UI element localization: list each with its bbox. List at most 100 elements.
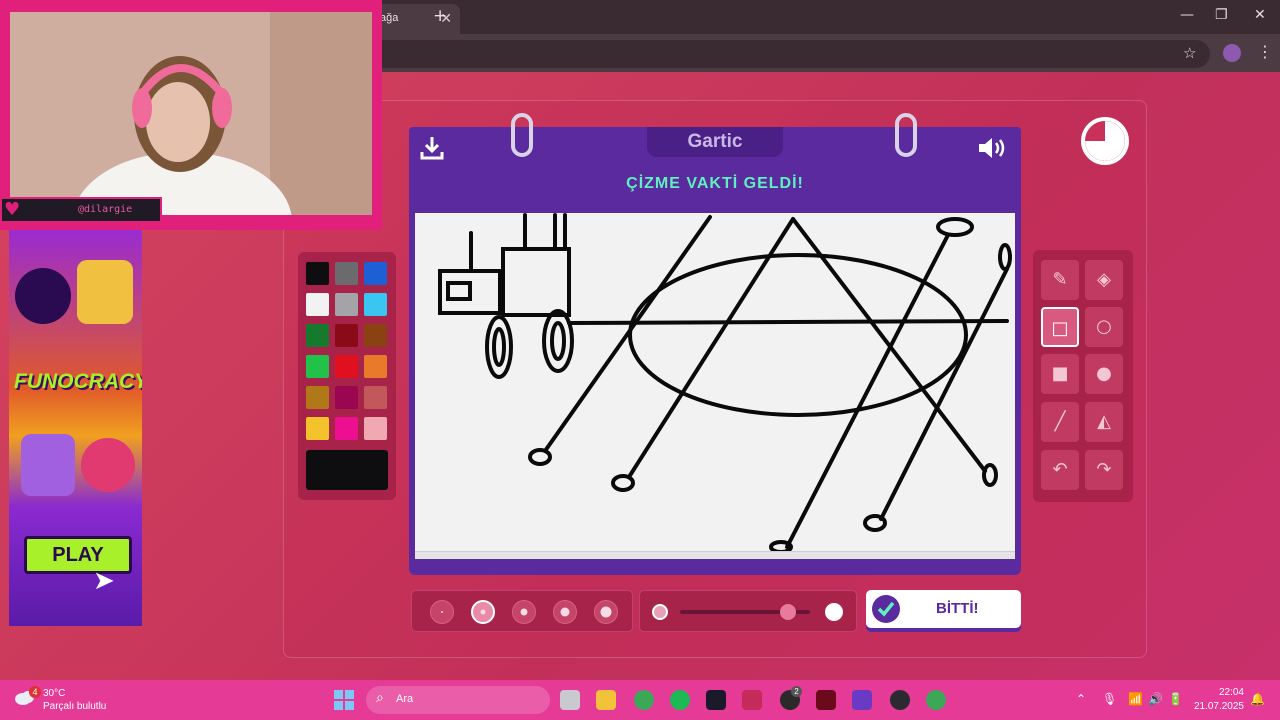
square-filled-tool[interactable]: ■: [1041, 354, 1079, 394]
media-app-icon[interactable]: [816, 690, 836, 710]
square-outline-tool[interactable]: □: [1041, 307, 1079, 347]
battery-icon[interactable]: 🔋: [1168, 692, 1183, 706]
drawing-canvas[interactable]: [415, 213, 1015, 554]
brush-size-option[interactable]: [512, 600, 536, 624]
windows-start-icon[interactable]: [333, 689, 355, 711]
opacity-min-icon: [652, 604, 668, 620]
heart-icon: ♥: [4, 199, 21, 220]
checkmark-icon: [872, 595, 900, 623]
done-label: BİTTİ!: [936, 600, 979, 617]
speaker-icon[interactable]: [977, 135, 1009, 161]
circle-filled-icon: ●: [1096, 363, 1112, 384]
notification-bell-icon[interactable]: 🔔: [1250, 692, 1265, 706]
color-swatch[interactable]: [335, 386, 358, 409]
redo-button[interactable]: ↷: [1085, 450, 1123, 490]
spotify-icon[interactable]: [670, 690, 690, 710]
streamer-handle: @dilargie: [0, 197, 162, 223]
weather-description[interactable]: Parçalı bulutlu: [43, 701, 106, 712]
clock-date[interactable]: 21.07.2025: [1190, 701, 1244, 712]
opacity-slider[interactable]: [639, 590, 857, 632]
app-icon[interactable]: [706, 690, 726, 710]
browser-menu-icon[interactable]: ⋮: [1257, 42, 1273, 61]
brush-size-option[interactable]: [471, 600, 495, 624]
color-swatch[interactable]: [335, 355, 358, 378]
pencil-tool[interactable]: ✎: [1041, 260, 1079, 300]
done-button[interactable]: BİTTİ!: [866, 590, 1021, 628]
weather-temperature[interactable]: 30°C: [43, 688, 65, 699]
restore-button[interactable]: ❐: [1215, 7, 1228, 23]
address-bar[interactable]: [360, 40, 1210, 68]
chat-app-icon[interactable]: [742, 690, 762, 710]
color-swatch[interactable]: [364, 386, 387, 409]
color-palette: [298, 252, 396, 500]
color-swatch[interactable]: [335, 262, 358, 285]
brush-size-option[interactable]: [553, 600, 577, 624]
wifi-icon[interactable]: 📶: [1128, 692, 1143, 706]
color-swatch[interactable]: [335, 293, 358, 316]
color-swatch[interactable]: [306, 386, 329, 409]
color-swatch[interactable]: [306, 355, 329, 378]
volume-icon[interactable]: 🔊: [1148, 692, 1163, 706]
brush-size-dot: [480, 609, 486, 615]
color-swatch[interactable]: [306, 324, 329, 347]
gartic-logo: Gartic: [647, 127, 783, 157]
brush-size-option[interactable]: [430, 600, 454, 624]
color-swatch[interactable]: [335, 417, 358, 440]
drawing-prompt: ÇİZME VAKTİ GELDİ!: [626, 175, 804, 192]
square-filled-icon: ■: [1051, 363, 1069, 384]
xbox-notification-badge: 2: [791, 686, 802, 697]
proton-icon[interactable]: [852, 690, 872, 710]
task-view-icon[interactable]: [560, 690, 580, 710]
taskbar-search[interactable]: ⌕ Ara: [366, 686, 550, 714]
advertisement-banner[interactable]: FUNOCRACY PLAY ➤: [9, 230, 142, 626]
opacity-thumb[interactable]: [779, 604, 796, 620]
webcam-frame: @dilargie ♥: [0, 0, 382, 230]
color-swatch[interactable]: [306, 417, 329, 440]
undo-button[interactable]: ↶: [1041, 450, 1079, 490]
fill-bucket-icon: ◭: [1097, 411, 1111, 432]
chrome-icon[interactable]: [634, 690, 654, 710]
line-tool[interactable]: ╱: [1041, 402, 1079, 442]
opacity-max-icon: [825, 603, 843, 621]
color-swatch[interactable]: [364, 262, 387, 285]
color-swatch[interactable]: [306, 262, 329, 285]
color-swatch[interactable]: [364, 293, 387, 316]
clock-time[interactable]: 22:04: [1200, 687, 1244, 698]
tray-chevron-icon[interactable]: ⌃: [1076, 692, 1086, 706]
obs-icon[interactable]: [890, 690, 910, 710]
brush-size-dot: [520, 608, 528, 616]
download-icon[interactable]: [419, 135, 445, 161]
microphone-icon[interactable]: 🎙: [1102, 692, 1117, 706]
minimize-button[interactable]: —: [1180, 7, 1194, 23]
color-swatch[interactable]: [306, 293, 329, 316]
brush-size-option[interactable]: [594, 600, 618, 624]
pencil-icon: ✎: [1052, 269, 1068, 290]
canvas-page-edge: [415, 551, 1015, 559]
close-window-button[interactable]: ✕: [1254, 7, 1266, 23]
circle-outline-tool[interactable]: ○: [1085, 307, 1123, 347]
fill-tool[interactable]: ◭: [1085, 402, 1123, 442]
player-drawing: [438, 213, 1012, 554]
bookmark-star-icon[interactable]: ☆: [1183, 44, 1196, 62]
new-tab-button[interactable]: +: [433, 6, 447, 26]
color-swatch[interactable]: [364, 417, 387, 440]
color-swatch[interactable]: [364, 355, 387, 378]
binder-ring: [895, 113, 917, 157]
ad-play-button[interactable]: PLAY: [24, 536, 132, 574]
chrome-active-icon[interactable]: [926, 690, 946, 710]
character-face-icon: [77, 260, 133, 324]
color-swatch[interactable]: [364, 324, 387, 347]
current-color-preview: [306, 450, 388, 490]
search-placeholder: Ara: [396, 693, 414, 705]
color-swatch[interactable]: [335, 324, 358, 347]
eraser-tool[interactable]: ◈: [1085, 260, 1123, 300]
brush-size-dot: [441, 611, 443, 613]
cursor-arrow-icon: ➤: [93, 566, 115, 596]
file-explorer-icon[interactable]: [596, 690, 616, 710]
profile-avatar[interactable]: [1223, 44, 1241, 62]
tool-panel: ✎ ◈ □ ○ ■ ● ╱ ◭ ↶ ↷: [1033, 250, 1133, 502]
brush-size-dot: [600, 606, 612, 618]
weather-alert-badge: 4: [29, 686, 41, 698]
drawing-board: [409, 207, 1021, 575]
circle-filled-tool[interactable]: ●: [1085, 354, 1123, 394]
